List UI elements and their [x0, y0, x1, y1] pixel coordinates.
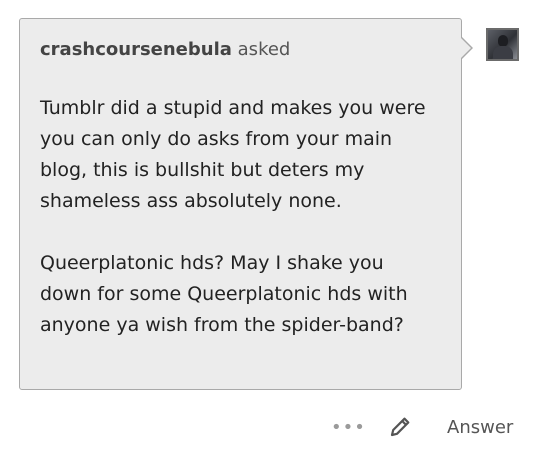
asked-label: asked [237, 39, 291, 60]
avatar-shoulders [493, 46, 513, 59]
asker-avatar[interactable] [486, 28, 519, 61]
question-text: Tumblr did a stupid and makes you were y… [40, 93, 437, 341]
asker-name[interactable]: crashcoursenebula [40, 39, 232, 60]
pencil-icon[interactable] [388, 415, 412, 439]
ask-actions: ••• Answer [0, 412, 540, 444]
ask-bubble: crashcoursenebula asked Tumblr did a stu… [19, 18, 462, 390]
question-paragraph: Tumblr did a stupid and makes you were y… [40, 97, 426, 212]
bubble-tail-fill [460, 37, 471, 59]
asker-line: crashcoursenebula asked [40, 39, 437, 61]
question-paragraph: Queerplatonic hds? May I shake you down … [40, 252, 408, 336]
answer-button[interactable]: Answer [447, 417, 513, 438]
more-options-icon[interactable]: ••• [331, 419, 366, 437]
